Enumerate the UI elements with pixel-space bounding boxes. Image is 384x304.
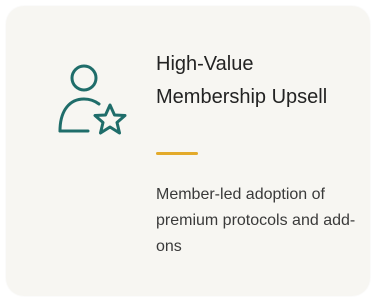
membership-upsell-card: High-Value Membership Upsell Member-led … <box>6 6 370 296</box>
card-title: High-Value Membership Upsell <box>156 53 328 108</box>
card-description: Member-led adoption of premium protocols… <box>156 186 356 255</box>
accent-divider <box>156 152 198 155</box>
user-star-icon <box>58 64 127 135</box>
